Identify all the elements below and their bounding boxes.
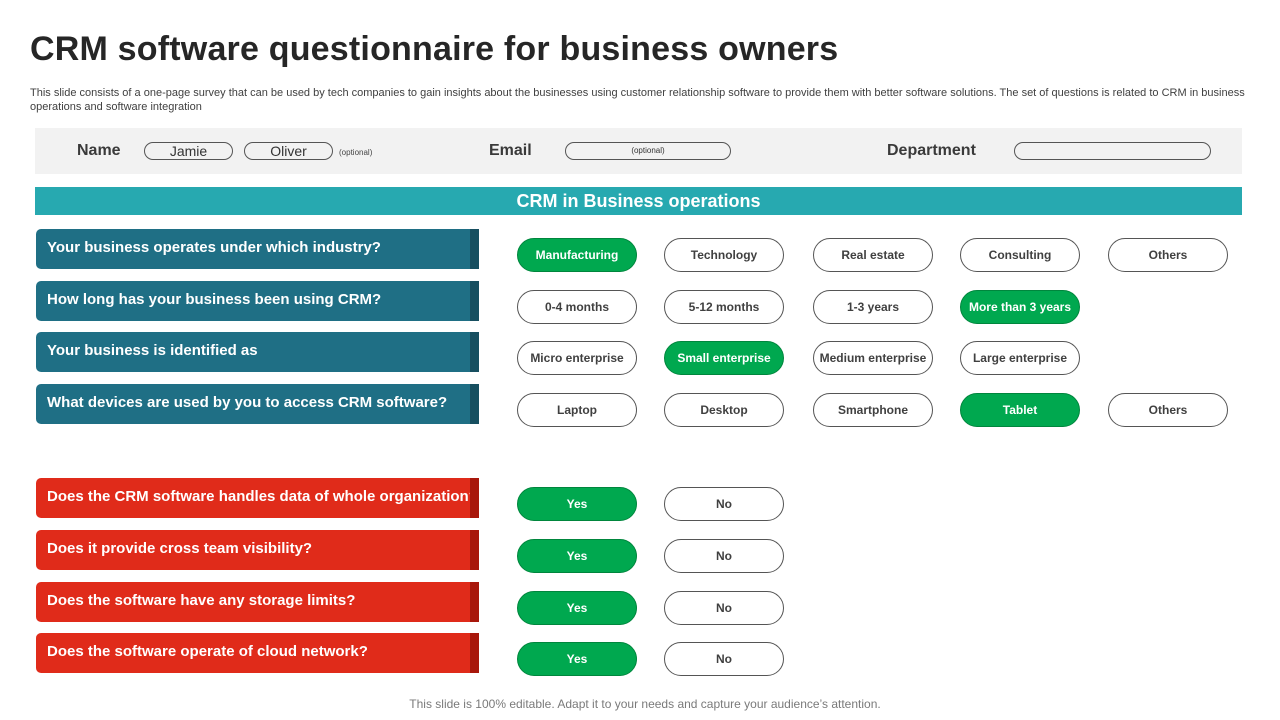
q3-option-micro-enterprise[interactable]: Micro enterprise — [517, 341, 637, 375]
q4-option-others[interactable]: Others — [1108, 393, 1228, 427]
q1-option-consulting[interactable]: Consulting — [960, 238, 1080, 272]
q4-option-desktop[interactable]: Desktop — [664, 393, 784, 427]
q7-option-yes[interactable]: Yes — [517, 591, 637, 625]
email-label: Email — [489, 142, 532, 159]
q4-option-laptop[interactable]: Laptop — [517, 393, 637, 427]
question-3: Your business is identified as — [36, 332, 479, 372]
q1-option-real-estate[interactable]: Real estate — [813, 238, 933, 272]
footer-note: This slide is 100% editable. Adapt it to… — [409, 697, 881, 711]
last-name-field[interactable]: Oliver — [244, 142, 333, 160]
name-optional-note: (optional) — [339, 148, 373, 157]
question-7: Does the software have any storage limit… — [36, 582, 479, 622]
q8-option-yes[interactable]: Yes — [517, 642, 637, 676]
q2-option-5-12-months[interactable]: 5-12 months — [664, 290, 784, 324]
q2-option-1-3-years[interactable]: 1-3 years — [813, 290, 933, 324]
q1-option-others[interactable]: Others — [1108, 238, 1228, 272]
q4-option-smartphone[interactable]: Smartphone — [813, 393, 933, 427]
q5-option-yes[interactable]: Yes — [517, 487, 637, 521]
question-5: Does the CRM software handles data of wh… — [36, 478, 479, 518]
question-8: Does the software operate of cloud netwo… — [36, 633, 479, 673]
q2-option-0-4-months[interactable]: 0-4 months — [517, 290, 637, 324]
department-label: Department — [887, 142, 976, 159]
question-1: Your business operates under which indus… — [36, 229, 479, 269]
q7-option-no[interactable]: No — [664, 591, 784, 625]
q1-option-manufacturing[interactable]: Manufacturing — [517, 238, 637, 272]
question-4: What devices are used by you to access C… — [36, 384, 479, 424]
question-2: How long has your business been using CR… — [36, 281, 479, 321]
page-subtitle: This slide consists of a one-page survey… — [30, 87, 1245, 113]
q6-option-no[interactable]: No — [664, 539, 784, 573]
q3-option-small-enterprise[interactable]: Small enterprise — [664, 341, 784, 375]
q6-option-yes[interactable]: Yes — [517, 539, 637, 573]
section-header: CRM in Business operations — [35, 187, 1242, 215]
q8-option-no[interactable]: No — [664, 642, 784, 676]
q4-option-tablet[interactable]: Tablet — [960, 393, 1080, 427]
q2-option-more-than-3-years[interactable]: More than 3 years — [960, 290, 1080, 324]
email-field[interactable]: (optional) — [565, 142, 731, 160]
q3-option-large-enterprise[interactable]: Large enterprise — [960, 341, 1080, 375]
first-name-field[interactable]: Jamie — [144, 142, 233, 160]
name-label: Name — [77, 142, 121, 159]
department-field[interactable] — [1014, 142, 1211, 160]
q3-option-medium-enterprise[interactable]: Medium enterprise — [813, 341, 933, 375]
q1-option-technology[interactable]: Technology — [664, 238, 784, 272]
q5-option-no[interactable]: No — [664, 487, 784, 521]
respondent-info-bar: Name Jamie Oliver (optional) Email (opti… — [35, 128, 1242, 174]
question-6: Does it provide cross team visibility? — [36, 530, 479, 570]
page-title: CRM software questionnaire for business … — [30, 30, 839, 68]
